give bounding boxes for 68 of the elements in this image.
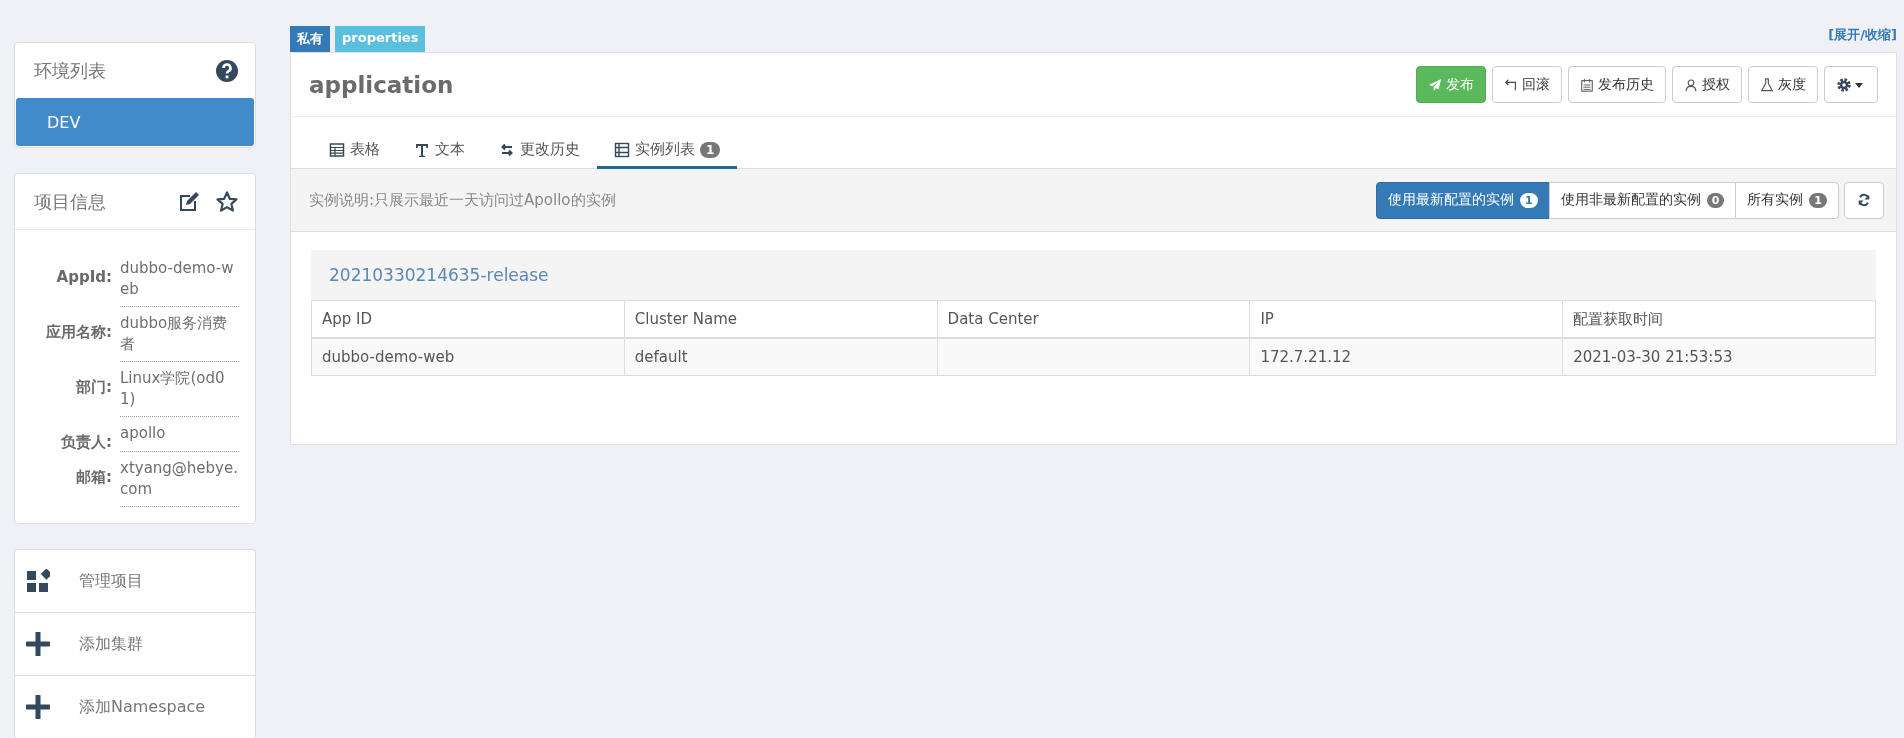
rollback-button[interactable]: 回滚 (1492, 66, 1562, 103)
tab-label: 文本 (435, 140, 465, 159)
grant-button[interactable]: 授权 (1672, 66, 1742, 103)
column-header: App ID (311, 300, 625, 338)
gear-caret-icon (1836, 76, 1866, 93)
namespace-tag: 私有 (290, 26, 330, 52)
flask-icon (1760, 77, 1774, 92)
field-label: 部门: (75, 377, 112, 398)
field-value: dubbo-demo-web (120, 256, 239, 307)
edit-icon[interactable] (177, 189, 201, 214)
table-cell: dubbo-demo-web (311, 338, 625, 376)
column-header: Cluster Name (624, 300, 938, 338)
swap-icon (499, 141, 515, 158)
action-item[interactable]: 管理项目 (15, 550, 255, 613)
namespace-title: application (309, 71, 454, 98)
environment-item[interactable]: DEV (16, 98, 254, 146)
tab-label: 实例列表 (635, 140, 695, 159)
table-icon (329, 141, 345, 158)
field-value: Linux学院(od01) (120, 366, 239, 417)
calendar-icon (1580, 77, 1594, 92)
table-cell: 2021-03-30 21:53:53 (1562, 338, 1876, 376)
panel-title: 项目信息 (34, 189, 106, 214)
server-list-icon (614, 141, 630, 158)
panel-title: 环境列表 (34, 58, 106, 83)
canary-release-button[interactable]: 灰度 (1748, 66, 1818, 103)
column-header: Data Center (937, 300, 1250, 338)
column-header: 配置获取时间 (1562, 300, 1876, 338)
field-label: 负责人: (60, 432, 112, 452)
action-label: 添加集群 (79, 633, 143, 655)
field-value: dubbo服务消费者 (120, 311, 239, 362)
release-history-button[interactable]: 发布历史 (1568, 66, 1666, 103)
table-cell: 172.7.21.12 (1249, 338, 1563, 376)
grid-icon (26, 569, 50, 593)
column-header: IP (1249, 300, 1563, 338)
instance-filter-button[interactable]: 使用最新配置的实例 1 (1376, 181, 1550, 219)
undo-icon (1504, 77, 1518, 92)
settings-button[interactable] (1824, 66, 1878, 103)
view-tab[interactable]: 更改历史 (482, 140, 597, 169)
tab-label: 表格 (350, 140, 380, 159)
plus-icon (26, 632, 50, 656)
field-label: AppId: (55, 267, 112, 288)
star-icon[interactable] (215, 189, 239, 214)
action-label: 管理项目 (79, 570, 143, 592)
field-value: xtyang@hebye.com (120, 456, 239, 507)
expand-collapse-link[interactable]: [展开/收缩] (1828, 26, 1897, 52)
view-tab[interactable]: 文本 (397, 140, 482, 169)
release-title: 20210330214635-release (328, 264, 550, 287)
field-value: apollo (120, 421, 239, 452)
paper-plane-icon (1428, 77, 1442, 92)
tab-label: 更改历史 (520, 140, 580, 159)
action-label: 添加Namespace (79, 696, 206, 718)
text-icon (414, 141, 430, 158)
count-badge: 1 (700, 141, 721, 158)
instance-filter-button[interactable]: 所有实例 1 (1735, 181, 1839, 219)
help-icon[interactable] (215, 58, 239, 83)
refresh-button[interactable] (1844, 181, 1884, 219)
field-label: 应用名称: (45, 322, 112, 343)
field-label: 邮箱: (75, 467, 112, 488)
action-item[interactable]: 添加Namespace (15, 676, 255, 738)
action-item[interactable]: 添加集群 (15, 613, 255, 676)
namespace-tag: properties (335, 26, 426, 52)
user-icon (1684, 77, 1698, 92)
view-tab[interactable]: 表格 (312, 140, 397, 169)
instance-note: 实例说明:只展示最近一天访问过Apollo的实例 (309, 190, 616, 210)
plus-icon (26, 695, 50, 719)
refresh-icon (1857, 193, 1871, 207)
instance-filter-button[interactable]: 使用非最新配置的实例 0 (1548, 181, 1737, 219)
table-cell: default (624, 338, 938, 376)
